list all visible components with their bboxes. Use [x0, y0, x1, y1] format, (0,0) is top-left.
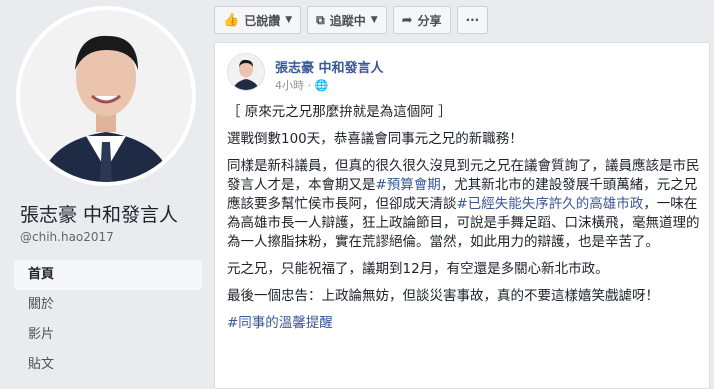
nav-item-videos[interactable]: 影片	[14, 320, 202, 350]
caret-down-icon: ▼	[285, 15, 293, 25]
page-title: 張志豪 中和發言人	[20, 204, 179, 226]
post-author-avatar[interactable]	[227, 53, 265, 91]
post-body: ［ 原來元之兄那麼拚就是為這個阿 ］ 選戰倒數100天，恭喜議會同事元之兄的新職…	[227, 103, 703, 341]
nav-item-home[interactable]: 首頁	[14, 260, 202, 290]
profile-sidebar: 張志豪 中和發言人 @chih.hao2017 首頁 關於 影片 貼文	[0, 0, 204, 389]
post-paragraph: 同樣是新科議員，但真的很久很久沒見到元之兄在議會質詢了，議員應該是市民發言人才是…	[227, 157, 703, 252]
nav-item-about[interactable]: 關於	[14, 290, 202, 320]
post-paragraph: 元之兄，只能祝福了，議期到12月，有空還是多關心新北市政。	[227, 261, 609, 277]
nav-item-posts[interactable]: 貼文	[14, 350, 202, 380]
post-paragraph: #同事的溫馨提醒	[227, 314, 703, 333]
hashtag-link[interactable]: #已經失能失序許久的高雄市政	[457, 196, 644, 212]
share-arrow-icon: ➦	[401, 12, 413, 28]
more-button[interactable]: ···	[456, 6, 489, 34]
post-author-link[interactable]: 張志豪 中和發言人	[275, 57, 384, 76]
post-paragraph: 選戰倒數100天，恭喜議會同事元之兄的新職務！	[227, 131, 523, 147]
post-time-text: 4小時	[275, 79, 304, 92]
person-photo-icon	[228, 54, 264, 90]
page-root: { "profile": { "name": "張志豪 中和發言人", "han…	[0, 0, 714, 389]
liked-label: 已說讚	[244, 13, 281, 28]
page-handle: @chih.hao2017	[20, 230, 114, 244]
hashtag-link[interactable]: #同事的溫馨提醒	[227, 315, 333, 331]
following-button[interactable]: ⧉ 追蹤中 ▼	[307, 6, 387, 34]
rss-icon: ⧉	[316, 12, 325, 27]
caret-down-icon: ▼	[370, 15, 378, 25]
hashtag-link[interactable]: #預算會期	[376, 177, 441, 193]
share-label: 分享	[417, 13, 442, 28]
page-action-toolbar: 👍 已說讚 ▼ ⧉ 追蹤中 ▼ ➦ 分享 ···	[214, 6, 489, 36]
globe-icon: 🌐	[314, 79, 329, 92]
profile-avatar[interactable]	[16, 6, 196, 186]
thumbs-up-icon: 👍	[223, 12, 240, 28]
post-card: 張志豪 中和發言人 4小時 · 🌐 ［ 原來元之兄那麼拚就是為這個阿 ］ 選戰倒…	[214, 42, 710, 389]
post-paragraph: 最後一個忠告：上政論無妨，但談災害事故，真的不要這樣嬉笑戲謔呀！	[227, 288, 659, 304]
following-label: 追蹤中	[329, 13, 366, 28]
post-timestamp[interactable]: 4小時 · 🌐	[275, 77, 328, 93]
post-paragraph: ［ 原來元之兄那麼拚就是為這個阿 ］	[227, 104, 452, 120]
share-button[interactable]: ➦ 分享	[392, 6, 451, 34]
page-nav: 首頁 關於 影片 貼文	[14, 260, 202, 380]
liked-button[interactable]: 👍 已說讚 ▼	[214, 6, 302, 34]
dot-separator: ·	[307, 79, 315, 92]
person-photo-icon	[20, 10, 192, 182]
more-dots-icon: ···	[465, 13, 480, 27]
